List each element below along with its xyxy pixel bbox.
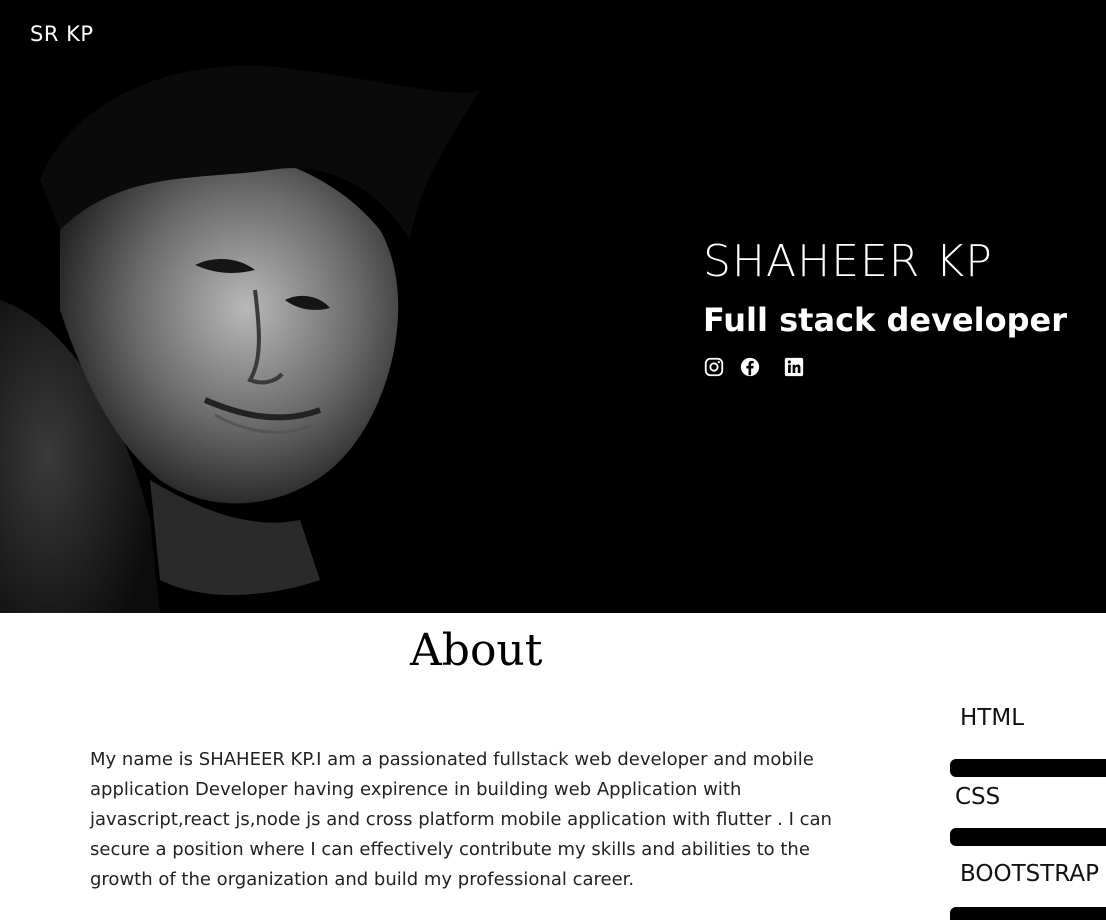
skill-bar-css bbox=[950, 828, 1106, 846]
hero-name: SHAHEER KP bbox=[703, 236, 993, 287]
about-section: About My name is SHAHEER KP.I am a passi… bbox=[0, 613, 1106, 920]
skill-label-css: CSS bbox=[955, 784, 1001, 810]
facebook-icon[interactable] bbox=[739, 356, 761, 378]
profile-portrait bbox=[0, 65, 480, 613]
linkedin-icon[interactable] bbox=[783, 356, 805, 378]
hero-role: Full stack developer bbox=[703, 301, 1067, 339]
hero-section: SR KP SHAHEER KP Full stack developer bbox=[0, 0, 1106, 613]
skill-bar-bootstrap bbox=[950, 907, 1106, 920]
social-links bbox=[703, 356, 1067, 378]
hero-text: SHAHEER KP Full stack developer bbox=[703, 232, 1067, 378]
skills-list: HTML CSS BOOTSTRAP bbox=[950, 703, 1106, 920]
brand-logo[interactable]: SR KP bbox=[30, 22, 94, 46]
skill-bar-html bbox=[950, 759, 1106, 777]
skill-label-html: HTML bbox=[960, 705, 1025, 731]
about-description: My name is SHAHEER KP.I am a passionated… bbox=[90, 749, 832, 890]
instagram-icon[interactable] bbox=[703, 356, 725, 378]
skill-label-bootstrap: BOOTSTRAP bbox=[960, 861, 1099, 887]
about-title: About bbox=[410, 625, 543, 676]
